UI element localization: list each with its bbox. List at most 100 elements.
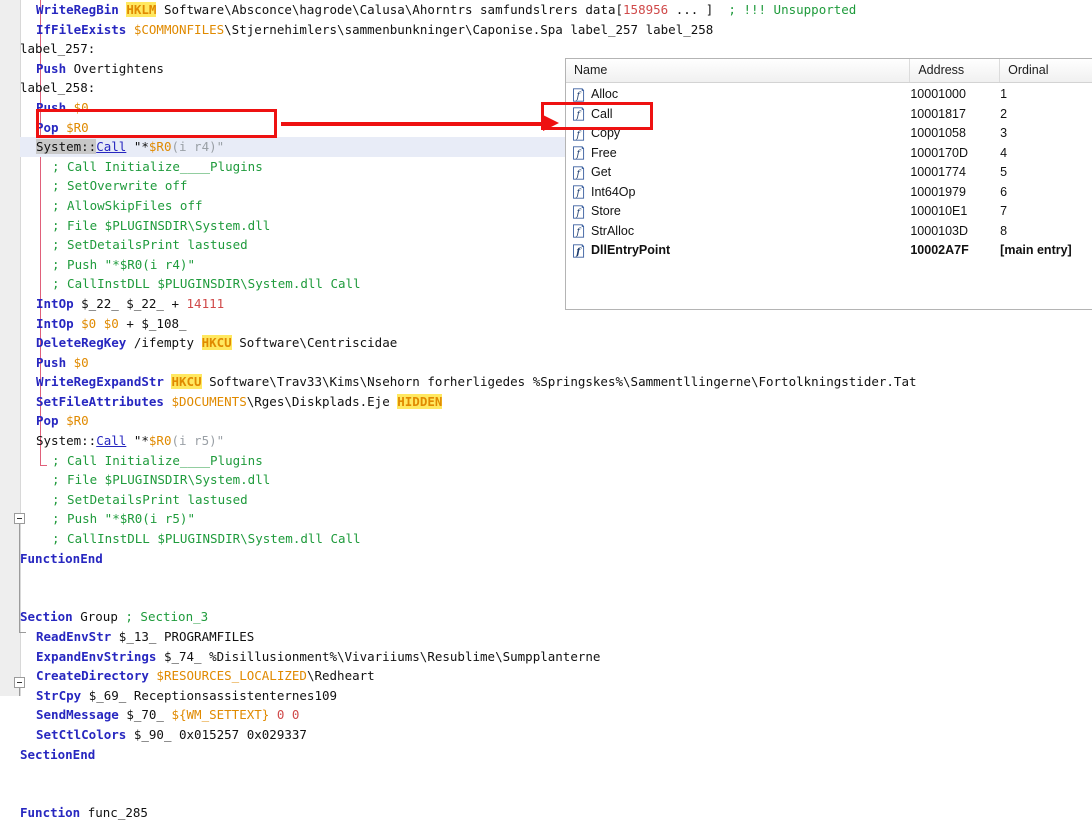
export-call-highlight-box	[541, 102, 653, 130]
code-token: System::	[36, 433, 97, 449]
code-token: ; !!! Unsupported	[728, 2, 857, 17]
exports-table-panel[interactable]: Name Address Ordinal f Alloc 10001000 1 f Cal…	[565, 58, 1092, 310]
code-line[interactable]: CreateDirectory $RESOURCES_LOCALIZED\Red…	[20, 666, 1092, 686]
code-token: SectionEnd	[20, 746, 96, 762]
code-line[interactable]: Pop $R0	[20, 411, 1092, 431]
code-line[interactable]: ; File $PLUGINSDIR\System.dll	[20, 470, 1092, 490]
code-line[interactable]: FunctionEnd	[20, 549, 1092, 569]
exports-table-row[interactable]: f StrAlloc 1000103D 8	[566, 222, 1092, 242]
code-line[interactable]: ReadEnvStr $_13_ PROGRAMFILES	[20, 627, 1092, 647]
code-line[interactable]: SendMessage $_70_ ${WM_SETTEXT} 0 0	[20, 705, 1092, 725]
code-line[interactable]: DeleteRegKey /ifempty HKCU Software\Cent…	[20, 333, 1092, 353]
exports-table-row[interactable]: f Get 10001774 5	[566, 163, 1092, 183]
export-address-cell: 10001000	[910, 87, 966, 101]
code-token: WriteRegExpandStr	[36, 374, 172, 390]
export-name-cell[interactable]: f Store	[566, 202, 910, 222]
code-token: $_69_ Receptionsassistenternes109	[88, 687, 338, 703]
exports-table-row[interactable]: f Int64Op 10001979 6	[566, 183, 1092, 203]
code-token: WriteRegBin	[36, 2, 127, 17]
code-line[interactable]: ; Call Initialize____Plugins	[20, 451, 1092, 471]
code-token: $COMMONFILES	[133, 21, 225, 37]
export-name-cell[interactable]: f Int64Op	[566, 183, 910, 203]
editor-fold-gutter[interactable]	[0, 0, 21, 696]
code-line[interactable]: ExpandEnvStrings $_74_ %Disillusionment%…	[20, 647, 1092, 667]
code-token: label_257:	[20, 41, 96, 57]
column-header-address[interactable]: Address	[910, 59, 1001, 82]
code-token: ... ]	[668, 2, 729, 17]
code-token: 14111	[186, 295, 225, 311]
export-ordinal-cell: [main entry]	[1000, 243, 1072, 257]
export-ordinal-cell: 1	[1000, 87, 1008, 101]
code-token: IntOp	[36, 295, 82, 311]
export-name-label: Store	[591, 204, 621, 218]
export-name-label: Free	[591, 145, 617, 160]
code-token: Pop	[36, 413, 67, 429]
code-line[interactable]: Section Group ; Section_3	[20, 607, 1092, 627]
export-name-label: Int64Op	[591, 184, 636, 199]
export-ordinal-cell: 8	[1000, 223, 1008, 238]
code-token: SendMessage	[36, 707, 127, 723]
code-token: $0 $0	[81, 315, 119, 331]
export-name-cell[interactable]: f StrAlloc	[566, 222, 910, 242]
function-icon: f	[572, 185, 585, 199]
code-line[interactable]: ; CallInstDLL $PLUGINSDIR\System.dll Cal…	[20, 529, 1092, 549]
code-line[interactable]: WriteRegBin HKLM Software\Absconce\hagro…	[20, 0, 1092, 20]
column-header-ordinal[interactable]: Ordinal	[1000, 59, 1092, 82]
column-header-name[interactable]: Name	[566, 59, 911, 82]
export-address-cell: 1000170D	[910, 145, 969, 160]
code-token: Software\Centriscidae	[231, 335, 398, 351]
code-line[interactable]: WriteRegExpandStr HKCU Software\Trav33\K…	[20, 372, 1092, 392]
code-line[interactable]: Push $0	[20, 353, 1092, 373]
code-token: $R0	[148, 139, 172, 155]
code-line[interactable]	[20, 764, 1092, 784]
code-line[interactable]: Function func_285	[20, 803, 1092, 823]
export-address-cell: 10001774	[910, 165, 966, 179]
code-line[interactable]: ; SetDetailsPrint lastused	[20, 490, 1092, 510]
code-call-highlight-box	[36, 109, 277, 138]
exports-table-row[interactable]: f DllEntryPoint 10002A7F [main entry]	[566, 241, 1092, 261]
code-token: ; Section_3	[125, 609, 209, 625]
code-line[interactable]: IntOp $0 $0 + $_108_	[20, 314, 1092, 334]
code-token: Software\Absconce\hagrode\Calusa\Ahorntr…	[156, 2, 624, 17]
export-name-cell[interactable]: f Get	[566, 163, 910, 183]
code-token: $DOCUMENTS	[171, 393, 247, 409]
function-icon: f	[572, 205, 585, 219]
export-name-cell[interactable]: f Free	[566, 144, 910, 164]
code-token: $R0	[66, 413, 89, 429]
exports-table-row[interactable]: f Store 100010E1 7	[566, 202, 1092, 222]
code-line[interactable]: SetFileAttributes $DOCUMENTS\Rges\Diskpl…	[20, 392, 1092, 412]
export-address-cell: 10001979	[910, 184, 966, 199]
code-token: HIDDEN	[397, 393, 443, 409]
code-token: StrCpy	[36, 687, 89, 703]
code-token: ExpandEnvStrings	[36, 648, 164, 664]
code-line[interactable]	[20, 568, 1092, 588]
export-address-cell: 10002A7F	[910, 243, 969, 257]
code-line[interactable]: ; Push "*$R0(i r5)"	[20, 509, 1092, 529]
code-token[interactable]: Call	[96, 139, 126, 154]
code-token: "*	[126, 139, 149, 155]
code-line[interactable]	[20, 784, 1092, 804]
code-line[interactable]: System::Call "*$R0(i r5)"	[20, 431, 1092, 451]
code-token: $_90_ 0x015257 0x029337	[133, 726, 307, 742]
function-icon: f	[572, 88, 585, 102]
export-name-cell[interactable]: f DllEntryPoint	[566, 241, 910, 261]
code-token: ${WM_SETTEXT}	[171, 707, 270, 723]
code-token: /ifempty	[133, 335, 202, 351]
connector-arrow	[281, 122, 546, 126]
exports-table-row[interactable]: f Free 1000170D 4	[566, 144, 1092, 164]
code-token: CreateDirectory	[36, 668, 157, 684]
code-token: Push	[36, 60, 74, 76]
code-line[interactable]: SetCtlColors $_90_ 0x015257 0x029337	[20, 725, 1092, 745]
export-address-cell: 10001058	[910, 126, 966, 140]
code-token: $_22_ $_22_ +	[81, 295, 187, 311]
code-line[interactable]: label_257:	[20, 39, 1092, 59]
code-token: System::	[36, 139, 97, 155]
code-line[interactable]	[20, 588, 1092, 608]
code-token[interactable]: Call	[96, 433, 126, 448]
exports-table-header: Name Address Ordinal	[566, 59, 1092, 83]
export-name-label: Get	[591, 165, 612, 179]
code-token: ; Push "*$R0(i r5)"	[52, 511, 195, 527]
code-line[interactable]: IfFileExists $COMMONFILES\Stjernehimlers…	[20, 20, 1092, 40]
code-line[interactable]: SectionEnd	[20, 745, 1092, 765]
